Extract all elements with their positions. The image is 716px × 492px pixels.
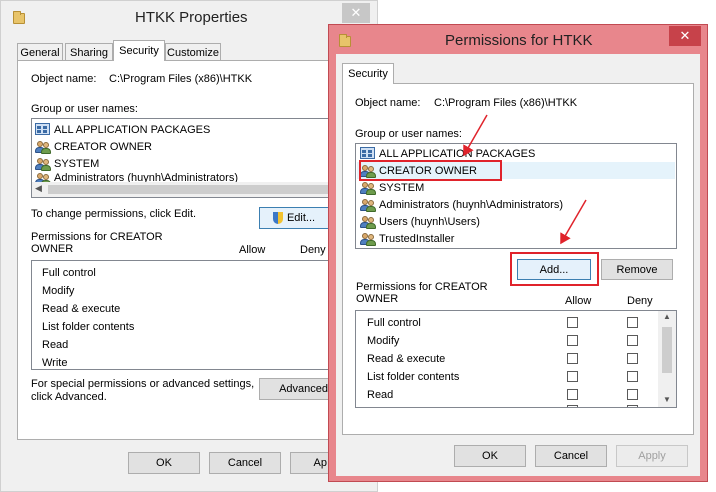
tab-security[interactable]: Security	[342, 63, 394, 84]
arrow-to-add-button	[560, 199, 587, 245]
tab-security[interactable]: Security	[113, 40, 165, 61]
arrow-to-creator-owner	[463, 114, 488, 157]
